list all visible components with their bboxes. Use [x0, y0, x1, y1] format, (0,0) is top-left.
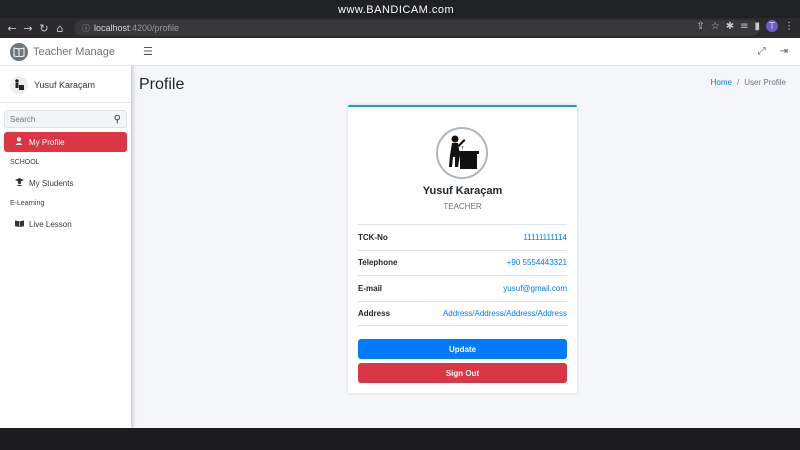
profile-avatar: ?: [436, 127, 488, 179]
profile-card: ? Yusuf Karaçam TEACHER TCK-No 111111111…: [348, 105, 577, 393]
user-avatar: [10, 75, 28, 94]
sidebar-item-my-students[interactable]: My Students: [4, 173, 127, 193]
breadcrumb-separator: /: [736, 78, 740, 87]
search-icon[interactable]: ⚲: [114, 114, 121, 125]
profile-name: Yusuf Karaçam: [422, 185, 503, 197]
extensions-icon[interactable]: ✱: [726, 21, 734, 32]
hamburger-menu-icon[interactable]: ☰: [143, 45, 153, 58]
url-text: localhost:4200/profile: [94, 23, 180, 33]
user-name: Yusuf Karaçam: [34, 79, 96, 90]
page-title: Profile: [139, 76, 185, 93]
fullscreen-icon[interactable]: ⤢: [758, 46, 766, 57]
app-window: Teacher Manage Yusuf Karaçam ⚲ My Profil…: [0, 38, 800, 428]
share-icon[interactable]: ⇪: [696, 21, 704, 32]
browser-menu-icon[interactable]: ⋮: [784, 21, 794, 32]
browser-profile-avatar[interactable]: T: [766, 20, 778, 32]
info-row-email: E-mail yusuf@gmail.com: [358, 275, 567, 301]
teacher-icon: ?: [449, 135, 479, 169]
bookmark-star-icon[interactable]: ☆: [711, 21, 720, 32]
sign-out-button[interactable]: Sign Out: [358, 363, 567, 383]
sidebar-item-live-lesson[interactable]: Live Lesson: [4, 214, 127, 234]
browser-toolbar: ← → ↻ ⌂ ⓘ localhost:4200/profile ⇪ ☆ ✱ ≡…: [0, 18, 800, 38]
sidebar-item-label: My Profile: [29, 137, 65, 147]
sidebar-item-label: My Students: [29, 178, 74, 188]
info-value: yusuf@gmail.com: [503, 283, 567, 293]
book-icon: [14, 220, 24, 229]
info-label: E-mail: [358, 283, 383, 293]
address-bar[interactable]: ⓘ localhost:4200/profile: [74, 20, 760, 36]
graduate-icon: [14, 178, 24, 188]
back-icon[interactable]: ←: [4, 20, 20, 36]
sidebar-search: ⚲: [4, 110, 127, 128]
info-value: Address/Address/Address/Address: [442, 308, 567, 318]
logout-icon[interactable]: ⇥: [780, 46, 788, 57]
info-value: +90 5554443321: [506, 258, 567, 268]
search-input[interactable]: [10, 114, 90, 124]
profile-role: TEACHER: [443, 202, 482, 211]
brand-text: Teacher Manage: [33, 45, 115, 58]
info-label: Address: [358, 308, 391, 318]
screen-bottom-strip: [0, 428, 800, 450]
update-button[interactable]: Update: [358, 339, 567, 359]
breadcrumb-home-link[interactable]: Home: [711, 78, 732, 87]
user-panel[interactable]: Yusuf Karaçam: [0, 67, 131, 103]
reload-icon[interactable]: ↻: [36, 20, 52, 36]
brand-logo-icon: [10, 42, 28, 61]
media-icon[interactable]: ≡: [740, 21, 748, 32]
sidebar-item-my-profile[interactable]: My Profile: [4, 132, 127, 152]
browser-actions: ⇪ ☆ ✱ ≡ ▮ T ⋮: [696, 20, 794, 32]
info-label: TCK-No: [358, 232, 388, 242]
home-icon[interactable]: ⌂: [52, 20, 68, 36]
sidebar-header-elearning: E-Learning: [10, 200, 45, 207]
svg-text:?: ?: [461, 146, 464, 152]
info-row-address: Address Address/Address/Address/Address: [358, 300, 567, 326]
breadcrumb-current: User Profile: [744, 78, 786, 87]
breadcrumb: Home / User Profile: [711, 78, 786, 87]
info-value: 11111111114: [523, 232, 567, 242]
site-info-icon[interactable]: ⓘ: [82, 23, 90, 34]
navbar-actions: ⤢ ⇥: [758, 46, 788, 57]
brand-link[interactable]: Teacher Manage: [0, 38, 131, 66]
info-row-telephone: Telephone +90 5554443321: [358, 249, 567, 276]
user-icon: [14, 137, 24, 147]
top-navbar: ☰ ⤢ ⇥: [131, 38, 800, 66]
recording-watermark: www.BANDICAM.com: [338, 4, 455, 16]
sidebar: Teacher Manage Yusuf Karaçam ⚲ My Profil…: [0, 38, 131, 428]
info-row-tck: TCK-No 11111111114: [358, 224, 567, 250]
sidebar-item-label: Live Lesson: [29, 219, 72, 229]
sidebar-header-school: SCHOOL: [10, 159, 40, 166]
forward-icon[interactable]: →: [20, 20, 36, 36]
profile-info-list: TCK-No 11111111114 Telephone +90 5554443…: [358, 224, 567, 326]
side-panel-icon[interactable]: ▮: [754, 21, 760, 32]
info-label: Telephone: [358, 258, 398, 268]
